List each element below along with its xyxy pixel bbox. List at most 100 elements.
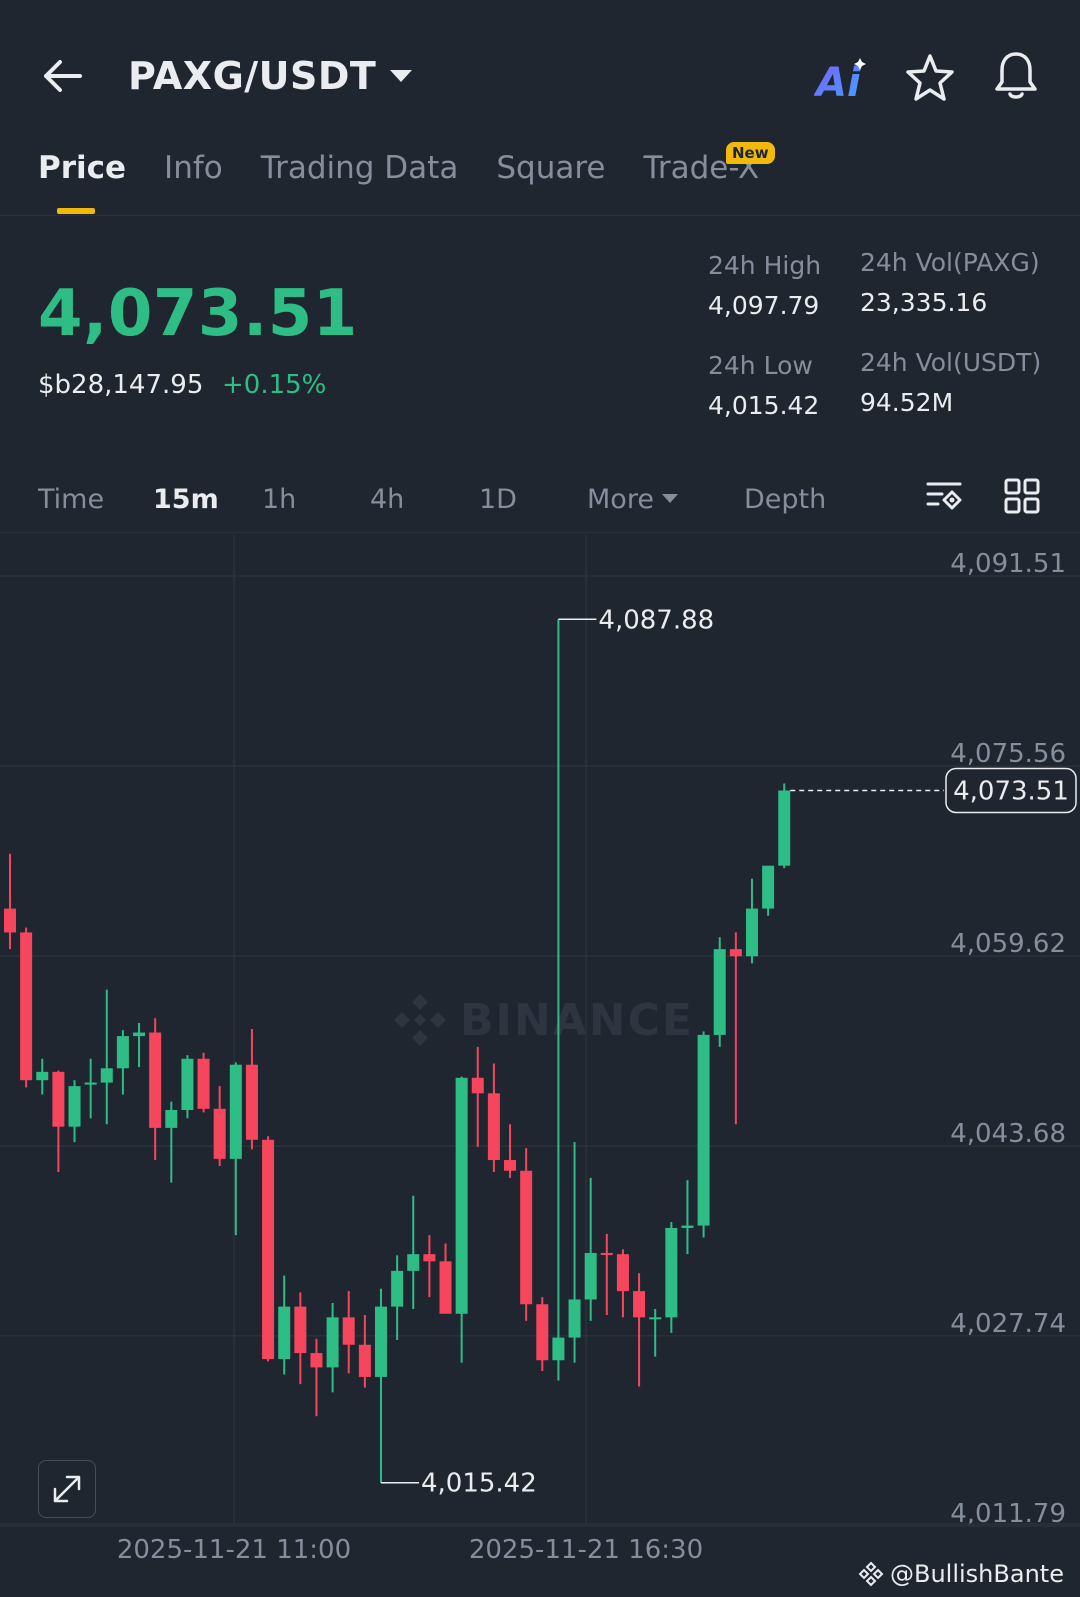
candle-body xyxy=(374,1306,387,1377)
candle-body xyxy=(504,1160,517,1171)
tab-divider xyxy=(0,215,1080,216)
interval-more[interactable]: More xyxy=(587,478,678,522)
candle-body xyxy=(181,1058,194,1110)
candle-body xyxy=(20,932,33,1081)
candle-body xyxy=(326,1317,339,1368)
footer-attribution: @BullishBante xyxy=(858,1560,1064,1588)
candle-body xyxy=(762,865,775,909)
interval-more-label: More xyxy=(587,484,654,515)
candle-body xyxy=(487,1093,500,1161)
candle-body xyxy=(213,1108,226,1159)
interval-time[interactable]: Time xyxy=(38,478,104,522)
pair-selector[interactable]: PAXG/USDT xyxy=(128,48,413,104)
candle-body xyxy=(391,1270,404,1307)
more-caret-icon xyxy=(661,494,678,503)
candle-body xyxy=(52,1071,65,1127)
candle-body xyxy=(149,1032,162,1128)
x-tick-label: 2025-11-21 11:00 xyxy=(117,1535,351,1561)
candle-body xyxy=(68,1086,81,1127)
candle-body xyxy=(681,1225,694,1228)
candle-body xyxy=(165,1109,178,1128)
grid-layout-icon xyxy=(1004,478,1040,514)
price-change-percent: +0.15% xyxy=(222,370,327,400)
candle-body xyxy=(697,1034,710,1226)
stat-low-value: 4,015.42 xyxy=(708,391,820,420)
pair-title: PAXG/USDT xyxy=(128,54,377,98)
expand-icon xyxy=(53,1475,81,1503)
stat-vol-base-label: 24h Vol(PAXG) xyxy=(860,248,1040,277)
tab-bar: Price Info Trading Data Square Trade-X xyxy=(38,146,797,190)
candle-body xyxy=(778,790,791,866)
stat-high-value: 4,097.79 xyxy=(708,291,820,320)
interval-15m[interactable]: 15m xyxy=(153,478,219,522)
candle-body xyxy=(310,1353,323,1368)
candle-body xyxy=(100,1068,113,1083)
ai-icon: Ai xyxy=(813,58,866,106)
candle-body xyxy=(84,1082,97,1085)
candle-body xyxy=(471,1077,484,1094)
chart-svg: 4,091.51 4,075.56 4,059.62 4,043.68 4,027.74… xyxy=(0,534,1080,1561)
back-button[interactable] xyxy=(34,48,90,104)
candle-body xyxy=(294,1306,307,1354)
tab-square[interactable]: Square xyxy=(496,146,605,190)
y-tick-label: 4,075.56 xyxy=(950,739,1066,769)
candle-body xyxy=(633,1291,646,1318)
candle-body xyxy=(616,1254,629,1292)
candle-body xyxy=(423,1254,436,1262)
ai-button[interactable]: Ai xyxy=(813,52,874,106)
alert-button[interactable] xyxy=(988,48,1044,104)
dropdown-caret-icon xyxy=(390,70,413,82)
candle-body xyxy=(713,949,726,1035)
candle-body xyxy=(536,1304,549,1361)
candle-body xyxy=(584,1252,597,1300)
min-marker-label: 4,015.42 xyxy=(421,1469,537,1499)
candle-body xyxy=(455,1077,468,1314)
candle-body xyxy=(278,1306,291,1360)
candle-body xyxy=(245,1064,258,1140)
y-tick-label: 4,027.74 xyxy=(950,1309,1066,1339)
y-tick-label: 4,091.51 xyxy=(950,549,1066,579)
tab-price[interactable]: Price xyxy=(38,146,126,190)
interval-4h[interactable]: 4h xyxy=(370,478,404,522)
fiat-price: $b28,147.95 xyxy=(38,370,204,400)
candle-body xyxy=(665,1227,678,1318)
tab-info[interactable]: Info xyxy=(164,146,223,190)
tab-trading-data[interactable]: Trading Data xyxy=(261,146,459,190)
candle-body xyxy=(729,949,742,957)
x-tick-label: 2025-11-21 16:30 xyxy=(469,1535,703,1561)
svg-text:Ai: Ai xyxy=(814,60,862,104)
candle-body xyxy=(745,908,758,957)
candle-body xyxy=(358,1344,371,1377)
chart-settings-icon xyxy=(926,482,962,510)
favorite-button[interactable] xyxy=(902,50,958,106)
interval-depth[interactable]: Depth xyxy=(744,478,826,522)
back-arrow-icon xyxy=(44,60,82,92)
candle-body xyxy=(520,1170,533,1305)
candle-body xyxy=(197,1058,210,1109)
stat-high-label: 24h High xyxy=(708,251,822,280)
candle-body xyxy=(600,1252,613,1255)
candle-body xyxy=(552,1337,565,1361)
layout-button[interactable] xyxy=(1002,476,1042,516)
star-icon xyxy=(906,54,954,101)
expand-chart-button[interactable] xyxy=(38,1460,96,1518)
footer-username: @BullishBante xyxy=(890,1560,1064,1588)
candle-body xyxy=(36,1071,49,1081)
chart-top-divider xyxy=(0,532,1080,533)
candle-body xyxy=(342,1317,355,1345)
interval-1h[interactable]: 1h xyxy=(262,478,296,522)
stat-vol-quote-value: 94.52M xyxy=(860,388,954,417)
candle-body xyxy=(649,1317,662,1320)
interval-1d[interactable]: 1D xyxy=(479,478,517,522)
candlestick-chart[interactable]: 4,091.51 4,075.56 4,059.62 4,043.68 4,027.74… xyxy=(0,534,1080,1561)
bell-icon xyxy=(995,52,1037,99)
stat-low-label: 24h Low xyxy=(708,351,813,380)
last-price: 4,073.51 xyxy=(38,277,358,351)
candle-body xyxy=(133,1032,146,1037)
max-marker-label: 4,087.88 xyxy=(598,605,714,635)
stat-vol-base-value: 23,335.16 xyxy=(860,288,988,317)
binance-square-icon xyxy=(858,1561,884,1587)
stat-vol-quote-label: 24h Vol(USDT) xyxy=(860,348,1042,377)
chart-settings-button[interactable] xyxy=(924,476,964,516)
y-tick-label: 4,043.68 xyxy=(950,1119,1066,1149)
